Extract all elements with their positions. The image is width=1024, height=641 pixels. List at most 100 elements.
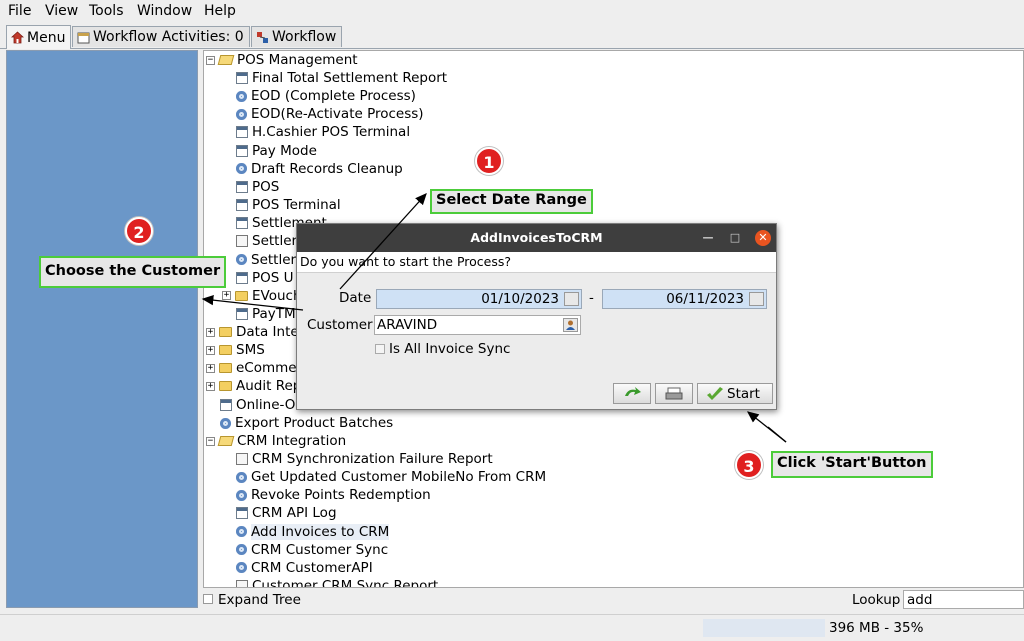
- expand-tree-checkbox[interactable]: [203, 594, 213, 604]
- tree-node-folder[interactable]: + Audit Rep: [206, 377, 301, 395]
- tree-node-label: Audit Rep: [236, 378, 302, 395]
- checkmark-icon: [707, 386, 723, 400]
- date-to-value: 06/11/2023: [666, 291, 744, 307]
- tree-node-crm-item[interactable]: CRM Customer Sync: [236, 541, 388, 559]
- calendar-icon[interactable]: [564, 292, 579, 306]
- tree-node-pos-item[interactable]: POS U: [236, 269, 294, 287]
- report-icon: [236, 126, 248, 139]
- tree-node-pos-item[interactable]: EOD(Re-Activate Process): [236, 105, 424, 123]
- dialog-title-bar: AddInvoicesToCRM — □ ✕: [297, 224, 776, 252]
- callout-click-start: Click 'Start'Button: [771, 451, 933, 478]
- tree-node-label: Pay Mode: [252, 142, 317, 159]
- tree-node-pos-item[interactable]: POS Terminal: [236, 196, 341, 214]
- add-invoices-dialog: AddInvoicesToCRM — □ ✕ Do you want to st…: [296, 223, 777, 410]
- process-gear-icon: [236, 526, 247, 538]
- collapse-toggle-icon[interactable]: −: [206, 436, 215, 446]
- report-icon: [236, 217, 248, 230]
- tree-node-pos-item[interactable]: POS: [236, 178, 279, 196]
- refresh-button[interactable]: [613, 383, 651, 404]
- folder-icon: [235, 290, 248, 301]
- tree-node-label: Add Invoices to CRM: [251, 523, 390, 540]
- customer-lookup-icon[interactable]: [563, 318, 578, 332]
- tree-node-online[interactable]: Online-O: [220, 396, 295, 414]
- tree-node-crm-item[interactable]: CRM Synchronization Failure Report: [236, 450, 493, 468]
- expand-toggle-icon[interactable]: +: [206, 345, 215, 355]
- tree-node-label: Draft Records Cleanup: [251, 160, 403, 177]
- collapse-toggle-icon[interactable]: −: [206, 55, 215, 65]
- report-icon: [236, 72, 248, 84]
- tree-node-pos-management[interactable]: − POS Management: [206, 51, 358, 69]
- tree-node-pos-item[interactable]: EOD (Complete Process): [236, 87, 416, 105]
- tree-node-label: CRM CustomerAPI: [251, 559, 373, 576]
- folder-icon: [219, 345, 232, 356]
- tree-node-label: SMS: [236, 342, 265, 359]
- tree-node-folder[interactable]: + Data Inte: [206, 323, 299, 341]
- report-icon: [236, 307, 248, 320]
- tree-node-label: Settler: [252, 233, 298, 250]
- date-from-field[interactable]: 01/10/2023: [376, 289, 582, 309]
- tree-node-pos-item[interactable]: H.Cashier POS Terminal: [236, 123, 410, 141]
- tree-node-folder[interactable]: + SMS: [206, 341, 265, 359]
- tree-node-crm-item[interactable]: CRM CustomerAPI: [236, 559, 373, 577]
- tree-node-pos-item[interactable]: PayTM: [236, 305, 296, 323]
- process-gear-icon: [236, 562, 247, 574]
- tree-node-pos-item[interactable]: Settler: [236, 232, 297, 250]
- tree-node-crm-item[interactable]: Revoke Points Redemption: [236, 486, 431, 504]
- tree-node-label: EOD(Re-Activate Process): [251, 106, 424, 123]
- tree-node-label: EVouch: [252, 287, 302, 304]
- report-icon: [236, 507, 248, 520]
- lookup-label: Lookup: [852, 592, 901, 608]
- folder-open-icon: [217, 436, 235, 446]
- tree-node-crm-item[interactable]: Add Invoices to CRM: [236, 523, 390, 541]
- step-badge-1: 1: [475, 147, 503, 175]
- folder-icon: [219, 381, 232, 392]
- tree-node-crm-integration[interactable]: − CRM Integration: [206, 432, 346, 450]
- tree-node-label: Customer CRM Sync Report: [252, 578, 439, 587]
- start-button[interactable]: Start: [697, 383, 773, 404]
- maximize-icon[interactable]: □: [728, 231, 742, 245]
- tree-node-crm-item[interactable]: Customer CRM Sync Report: [236, 577, 438, 587]
- customer-field[interactable]: ARAVIND: [374, 315, 581, 335]
- expand-toggle-icon[interactable]: +: [206, 363, 215, 373]
- folder-open-icon: [217, 55, 235, 65]
- tree-node-label: POS U: [252, 269, 294, 286]
- tree-node-label: Settler: [251, 251, 297, 268]
- tree-node-pos-item[interactable]: Settler: [236, 251, 296, 269]
- step-badge-3: 3: [735, 451, 763, 479]
- print-button[interactable]: [655, 383, 693, 404]
- report-icon: [236, 199, 248, 212]
- close-icon[interactable]: ✕: [755, 230, 771, 246]
- tree-node-label: Export Product Batches: [235, 415, 394, 431]
- expand-toggle-icon[interactable]: +: [206, 381, 215, 391]
- is-all-invoice-sync-checkbox[interactable]: [375, 344, 385, 354]
- report-icon: [236, 144, 248, 157]
- tree-node-pos-item[interactable]: Draft Records Cleanup: [236, 160, 403, 178]
- date-label: Date: [339, 290, 372, 306]
- calendar-icon[interactable]: [749, 292, 764, 306]
- report-icon: [220, 399, 232, 411]
- tree-node-label: CRM Synchronization Failure Report: [252, 451, 493, 467]
- tree-node-pos-item[interactable]: Final Total Settlement Report: [236, 69, 447, 87]
- tree-node-crm-item[interactable]: Get Updated Customer MobileNo From CRM: [236, 468, 546, 486]
- customer-label: Customer: [307, 317, 373, 333]
- tree-node-label: POS: [252, 178, 280, 195]
- tree-node-crm-item[interactable]: CRM API Log: [236, 504, 337, 522]
- tree-node-label: CRM Customer Sync: [251, 541, 389, 558]
- document-icon: [236, 453, 248, 465]
- date-to-field[interactable]: 06/11/2023: [602, 289, 767, 309]
- lookup-input[interactable]: [903, 590, 1024, 609]
- minimize-icon[interactable]: —: [701, 231, 715, 245]
- expand-toggle-icon[interactable]: +: [206, 327, 215, 337]
- expand-tree-label: Expand Tree: [218, 592, 301, 608]
- tree-node-label: Get Updated Customer MobileNo From CRM: [251, 469, 547, 486]
- tree-node-pos-item[interactable]: Pay Mode: [236, 142, 317, 160]
- process-gear-icon: [236, 471, 247, 483]
- tree-node-pos-item[interactable]: + EVouch: [222, 287, 302, 305]
- tree-node-folder[interactable]: + eComme: [206, 359, 297, 377]
- memory-bar: [703, 619, 825, 637]
- tree-node-label: POS Terminal: [252, 197, 341, 214]
- document-icon: [236, 235, 248, 248]
- tree-node-export-product-batches[interactable]: Export Product Batches: [220, 414, 393, 432]
- expand-toggle-icon[interactable]: +: [222, 291, 231, 301]
- process-gear-icon: [236, 489, 247, 501]
